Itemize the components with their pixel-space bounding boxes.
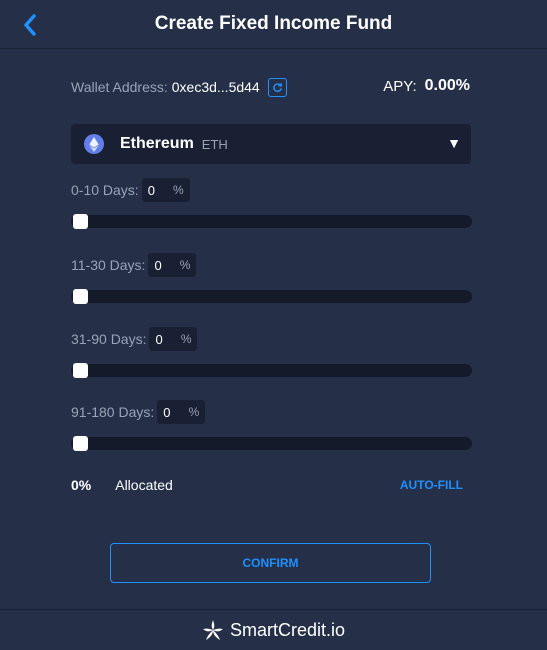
range-percent-input[interactable]: 0 % xyxy=(141,178,190,202)
page-title: Create Fixed Income Fund xyxy=(154,13,393,34)
auto-fill-button[interactable]: AUTO-FILL xyxy=(400,478,463,492)
range-label: 11-30 Days: xyxy=(71,257,146,273)
range-label: 31-90 Days: xyxy=(71,331,147,347)
range-0-10: 0-10 Days: 0 % xyxy=(71,178,472,229)
range-label: 91-180 Days: xyxy=(71,404,155,420)
range-slider-track[interactable] xyxy=(71,436,472,451)
range-slider-thumb[interactable] xyxy=(73,436,88,451)
token-symbol: ETH xyxy=(201,136,228,152)
apy-value: 0.00% xyxy=(424,77,470,94)
range-slider-thumb[interactable] xyxy=(73,363,88,378)
range-31-90: 31-90 Days: 0 % xyxy=(71,327,472,378)
confirm-button[interactable]: CONFIRM xyxy=(110,543,431,583)
apy: APY: 0.00% xyxy=(383,77,470,95)
footer: SmartCredit.io xyxy=(0,609,547,650)
range-percent-input[interactable]: 0 % xyxy=(149,327,198,351)
brand-name: SmartCredit.io xyxy=(229,619,346,640)
ethereum-icon xyxy=(84,134,104,154)
range-11-30: 11-30 Days: 0 % xyxy=(71,253,472,304)
refresh-icon xyxy=(272,82,282,92)
range-label: 0-10 Days: xyxy=(71,182,139,198)
caret-down-icon: ▼ xyxy=(447,135,461,151)
range-slider-track[interactable] xyxy=(71,289,472,304)
allocated-label: Allocated xyxy=(115,477,173,493)
apy-label: APY: xyxy=(383,77,417,95)
range-slider-track[interactable] xyxy=(71,214,472,229)
range-slider-track[interactable] xyxy=(71,363,472,378)
range-91-180: 91-180 Days: 0 % xyxy=(71,400,472,451)
range-slider-thumb[interactable] xyxy=(73,289,88,304)
refresh-wallet-button[interactable] xyxy=(267,77,287,97)
header: Create Fixed Income Fund xyxy=(0,0,547,49)
allocated-percent: 0% xyxy=(71,477,92,493)
smartcredit-logo-icon xyxy=(202,620,223,640)
wallet-label: Wallet Address: xyxy=(71,79,168,95)
wallet-address: 0xec3d...5d44 xyxy=(171,79,260,95)
allocation-row: 0% Allocated AUTO-FILL xyxy=(71,476,463,494)
range-percent-input[interactable]: 0 % xyxy=(157,400,206,424)
token-select[interactable]: Ethereum ETH ▼ xyxy=(71,124,471,164)
range-slider-thumb[interactable] xyxy=(73,214,88,229)
range-percent-input[interactable]: 0 % xyxy=(148,253,197,277)
token-name: Ethereum xyxy=(120,135,194,152)
